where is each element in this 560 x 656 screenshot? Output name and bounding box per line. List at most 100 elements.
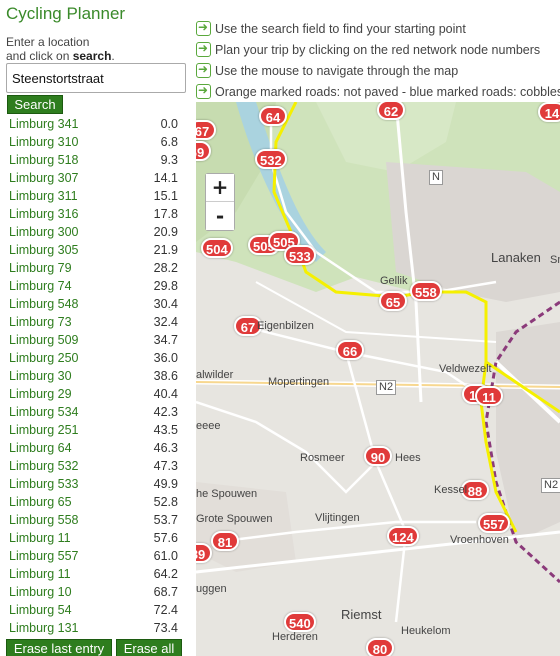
result-row[interactable]: Limburg 73 32.4 [0,313,196,331]
map[interactable]: 67 64 62 14 69 532 504 505 505 533 558 6… [196,102,560,656]
result-distance: 20.9 [153,225,178,239]
result-name-link[interactable]: Limburg 548 [9,295,79,313]
result-distance: 30.4 [153,297,178,311]
result-row[interactable]: Limburg 300 20.9 [0,223,196,241]
network-node[interactable]: 90 [364,446,392,466]
result-name-link[interactable]: Limburg 533 [9,475,79,493]
network-node[interactable]: 67 [196,120,216,140]
zoom-out-button[interactable]: - [206,202,234,230]
result-row[interactable]: Limburg 79 28.2 [0,259,196,277]
zoom-in-button[interactable]: + [206,174,234,202]
network-node[interactable]: 80 [366,638,394,656]
result-row[interactable]: Limburg 307 14.1 [0,169,196,187]
result-row[interactable]: Limburg 557 61.0 [0,547,196,565]
result-row[interactable]: Limburg 54 72.4 [0,601,196,619]
network-node[interactable]: 557 [478,513,510,533]
result-row[interactable]: Limburg 310 6.8 [0,133,196,151]
result-name-link[interactable]: Limburg 311 [9,187,78,205]
result-name-link[interactable]: Limburg 316 [9,205,79,223]
place-label: he Spouwen [196,488,258,500]
result-row[interactable]: Limburg 74 29.8 [0,277,196,295]
network-node[interactable]: 504 [201,238,233,258]
erase-last-entry-button[interactable]: Erase last entry [6,639,112,656]
place-label: Vroenhoven [450,534,509,546]
result-row[interactable]: Limburg 30 38.6 [0,367,196,385]
result-row[interactable]: Limburg 548 30.4 [0,295,196,313]
result-name-link[interactable]: Limburg 250 [9,349,79,367]
result-name-link[interactable]: Limburg 251 [9,421,79,439]
network-node[interactable]: 14 [538,102,560,122]
network-node[interactable]: 62 [377,102,405,120]
result-row[interactable]: Limburg 533 49.9 [0,475,196,493]
result-row[interactable]: Limburg 532 47.3 [0,457,196,475]
result-distance: 36.0 [153,351,178,365]
result-row[interactable]: Limburg 11 64.2 [0,565,196,583]
result-name-link[interactable]: Limburg 307 [9,169,79,187]
result-name-link[interactable]: Limburg 29 [9,385,72,403]
result-row[interactable]: Limburg 305 21.9 [0,241,196,259]
instruction-text: Plan your trip by clicking on the red ne… [215,42,541,57]
result-row[interactable]: Limburg 10 68.7 [0,583,196,601]
instruction-item: Plan your trip by clicking on the red ne… [196,39,560,60]
result-name-link[interactable]: Limburg 557 [9,547,79,565]
result-name-link[interactable]: Limburg 532 [9,457,79,475]
search-button[interactable]: Search [7,95,63,114]
result-row[interactable]: Limburg 251 43.5 [0,421,196,439]
result-distance: 40.4 [153,387,178,401]
result-row[interactable]: Limburg 316 17.8 [0,205,196,223]
result-name-link[interactable]: Limburg 558 [9,511,79,529]
network-node[interactable]: 81 [211,531,239,551]
network-node[interactable]: 66 [336,340,364,360]
result-name-link[interactable]: Limburg 131 [9,619,79,637]
result-row[interactable]: Limburg 534 42.3 [0,403,196,421]
result-row[interactable]: Limburg 558 53.7 [0,511,196,529]
result-name-link[interactable]: Limburg 11 [9,565,71,583]
result-row[interactable]: Limburg 250 36.0 [0,349,196,367]
result-name-link[interactable]: Limburg 305 [9,241,79,259]
network-node[interactable]: 65 [379,291,407,311]
result-name-link[interactable]: Limburg 64 [9,439,72,457]
result-name-link[interactable]: Limburg 65 [9,493,72,511]
result-distance: 64.2 [153,567,178,581]
place-label: uggen [196,583,227,595]
result-name-link[interactable]: Limburg 10 [9,583,72,601]
result-name-link[interactable]: Limburg 518 [9,151,79,169]
erase-all-button[interactable]: Erase all [116,639,182,656]
result-name-link[interactable]: Limburg 73 [9,313,72,331]
network-node[interactable]: 540 [284,612,316,632]
place-label: eeee [196,420,221,432]
result-distance: 28.2 [153,261,178,275]
search-hint-bold: search [72,49,112,63]
app-title: Cycling Planner [6,4,126,23]
result-name-link[interactable]: Limburg 534 [9,403,79,421]
result-name-link[interactable]: Limburg 74 [9,277,72,295]
result-row[interactable]: Limburg 518 9.3 [0,151,196,169]
result-row[interactable]: Limburg 29 40.4 [0,385,196,403]
result-name-link[interactable]: Limburg 310 [9,133,79,151]
result-distance: 32.4 [153,315,178,329]
result-distance: 34.7 [153,333,178,347]
result-row[interactable]: Limburg 64 46.3 [0,439,196,457]
search-input[interactable] [6,63,186,93]
result-name-link[interactable]: Limburg 509 [9,331,79,349]
result-row[interactable]: Limburg 11 57.6 [0,529,196,547]
result-name-link[interactable]: Limburg 11 [9,529,71,547]
network-node[interactable]: 11 [475,386,503,406]
result-row[interactable]: Limburg 509 34.7 [0,331,196,349]
network-node[interactable]: 558 [410,281,442,301]
network-node[interactable]: 533 [284,245,316,265]
result-name-link[interactable]: Limburg 54 [9,601,72,619]
result-name-link[interactable]: Limburg 79 [9,259,72,277]
network-node[interactable]: 124 [387,526,419,546]
result-row[interactable]: Limburg 311 15.1 [0,187,196,205]
network-node[interactable]: 532 [255,149,287,169]
network-node[interactable]: 64 [259,106,287,126]
result-row[interactable]: Limburg 131 73.4 [0,619,196,637]
result-name-link[interactable]: Limburg 341 [9,115,79,133]
result-name-link[interactable]: Limburg 300 [9,223,79,241]
result-row[interactable]: Limburg 65 52.8 [0,493,196,511]
result-distance: 9.3 [160,153,178,167]
result-row[interactable]: Limburg 341 0.0 [0,115,196,133]
result-name-link[interactable]: Limburg 30 [9,367,72,385]
instruction-item: Use the search field to find your starti… [196,18,560,39]
